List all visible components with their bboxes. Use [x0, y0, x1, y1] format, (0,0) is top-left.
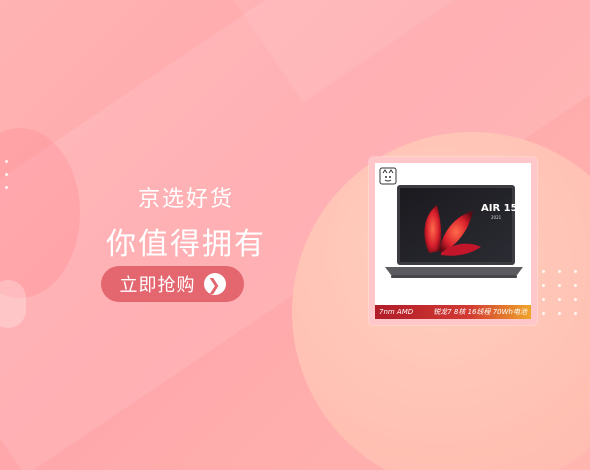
background-band: [180, 0, 590, 103]
model-badge: AIR 15: [481, 203, 518, 214]
promo-banner[interactable]: 京选好货 你值得拥有 立即抢购 ❯ AIR 15 2021 7nm AMD 锐龙…: [0, 0, 590, 470]
decorative-dots: [5, 160, 8, 189]
headline: 京选好货 你值得拥有: [96, 181, 276, 263]
laptop-image: AIR 15 2021: [385, 185, 523, 278]
decorative-dots: [542, 270, 577, 315]
spec-left-text: 7nm AMD: [379, 308, 414, 316]
background-pill: [0, 280, 26, 328]
buy-now-label: 立即抢购: [119, 275, 196, 296]
headline-line-2: 你值得拥有: [106, 227, 266, 262]
chevron-right-icon: ❯: [203, 273, 226, 295]
headline-line-1: 京选好货: [137, 187, 234, 212]
spec-banner: 7nm AMD 锐龙7 8核 16线程 70Wh电池: [375, 305, 531, 319]
buy-now-button[interactable]: 立即抢购 ❯: [101, 266, 244, 302]
product-card[interactable]: AIR 15 2021 7nm AMD 锐龙7 8核 16线程 70Wh电池: [369, 157, 537, 325]
background-circle: [0, 128, 80, 298]
spec-right-text: 锐龙7 8核 16线程 70Wh电池: [433, 308, 527, 316]
model-year: 2021: [491, 215, 502, 220]
product-image-frame: AIR 15 2021 7nm AMD 锐龙7 8核 16线程 70Wh电池: [375, 163, 531, 319]
